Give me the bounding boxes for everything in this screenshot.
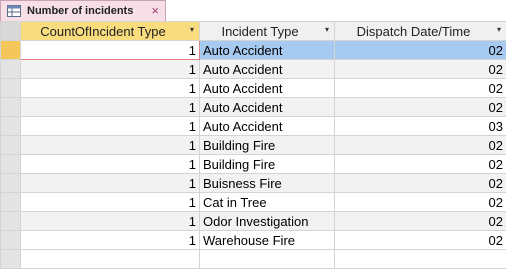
tab-title: Number of incidents (27, 5, 134, 17)
datasheet-grid: CountOfIncident Type ▾ Incident Type ▾ D… (0, 21, 506, 269)
column-header-count[interactable]: CountOfIncident Type ▾ (20, 21, 200, 41)
row-selector[interactable] (0, 116, 21, 136)
table-row[interactable]: 1 Auto Accident 02 (0, 59, 506, 79)
count-cell[interactable]: 1 (20, 192, 200, 212)
row-selector[interactable] (0, 249, 21, 269)
table-row[interactable]: 1 Odor Investigation 02 (0, 211, 506, 231)
dispatch-date-cell[interactable]: 03 (334, 116, 506, 136)
incident-type-cell[interactable]: Auto Accident (199, 59, 335, 79)
row-selector[interactable] (0, 173, 21, 193)
count-cell[interactable]: 1 (20, 173, 200, 193)
column-header-dispatch-date[interactable]: Dispatch Date/Time ▾ (334, 21, 506, 41)
table-row[interactable]: 1 Auto Accident 02 (0, 40, 506, 60)
dispatch-date-cell[interactable]: 02 (334, 97, 506, 117)
column-header-label: Incident Type (221, 23, 299, 39)
chevron-down-icon[interactable]: ▾ (190, 25, 194, 34)
dispatch-date-cell[interactable]: 02 (334, 59, 506, 79)
document-tab[interactable]: Number of incidents × (0, 0, 166, 21)
incident-type-cell[interactable]: Cat in Tree (199, 192, 335, 212)
table-row[interactable]: 1 Auto Accident 02 (0, 78, 506, 98)
count-cell[interactable]: 1 (20, 78, 200, 98)
select-all-corner[interactable] (0, 21, 21, 41)
empty-cell[interactable] (334, 249, 506, 269)
dispatch-date-cell[interactable]: 02 (334, 230, 506, 250)
column-header-label: Dispatch Date/Time (356, 23, 471, 39)
row-selector[interactable] (0, 211, 21, 231)
dispatch-date-cell[interactable]: 02 (334, 173, 506, 193)
dispatch-date-cell[interactable]: 02 (334, 78, 506, 98)
dispatch-date-cell[interactable]: 02 (334, 192, 506, 212)
document-tab-bar: Number of incidents × (0, 0, 506, 22)
incident-type-cell[interactable]: Odor Investigation (199, 211, 335, 231)
incident-type-cell[interactable]: Auto Accident (199, 116, 335, 136)
row-selector[interactable] (0, 40, 21, 60)
incident-type-cell[interactable]: Warehouse Fire (199, 230, 335, 250)
count-cell[interactable]: 1 (20, 40, 200, 60)
incident-type-cell[interactable]: Buisness Fire (199, 173, 335, 193)
column-header-incident-type[interactable]: Incident Type ▾ (199, 21, 335, 41)
incident-type-cell[interactable]: Building Fire (199, 154, 335, 174)
row-selector[interactable] (0, 154, 21, 174)
table-row[interactable]: 1 Cat in Tree 02 (0, 192, 506, 212)
new-record-row[interactable] (0, 249, 506, 269)
table-row[interactable]: 1 Building Fire 02 (0, 154, 506, 174)
table-row[interactable]: 1 Auto Accident 03 (0, 116, 506, 136)
table-row[interactable]: 1 Warehouse Fire 02 (0, 230, 506, 250)
empty-cell[interactable] (20, 249, 200, 269)
count-cell[interactable]: 1 (20, 211, 200, 231)
incident-type-cell[interactable]: Auto Accident (199, 97, 335, 117)
count-cell[interactable]: 1 (20, 154, 200, 174)
row-selector[interactable] (0, 59, 21, 79)
close-icon[interactable]: × (151, 3, 159, 18)
dispatch-date-cell[interactable]: 02 (334, 211, 506, 231)
count-cell[interactable]: 1 (20, 116, 200, 136)
row-selector[interactable] (0, 97, 21, 117)
dispatch-date-cell[interactable]: 02 (334, 154, 506, 174)
table-row[interactable]: 1 Auto Accident 02 (0, 97, 506, 117)
table-row[interactable]: 1 Buisness Fire 02 (0, 173, 506, 193)
incident-type-cell[interactable]: Auto Accident (199, 40, 335, 60)
column-header-label: CountOfIncident Type (40, 23, 166, 39)
row-selector[interactable] (0, 135, 21, 155)
count-cell[interactable]: 1 (20, 59, 200, 79)
count-cell[interactable]: 1 (20, 230, 200, 250)
dispatch-date-cell[interactable]: 02 (334, 135, 506, 155)
row-selector[interactable] (0, 230, 21, 250)
count-cell[interactable]: 1 (20, 97, 200, 117)
chevron-down-icon[interactable]: ▾ (325, 25, 329, 34)
row-selector[interactable] (0, 192, 21, 212)
chevron-down-icon[interactable]: ▾ (497, 25, 501, 34)
table-row[interactable]: 1 Building Fire 02 (0, 135, 506, 155)
row-selector[interactable] (0, 78, 21, 98)
dispatch-date-cell[interactable]: 02 (334, 40, 506, 60)
query-icon (7, 5, 21, 17)
incident-type-cell[interactable]: Building Fire (199, 135, 335, 155)
incident-type-cell[interactable]: Auto Accident (199, 78, 335, 98)
empty-cell[interactable] (199, 249, 335, 269)
count-cell[interactable]: 1 (20, 135, 200, 155)
